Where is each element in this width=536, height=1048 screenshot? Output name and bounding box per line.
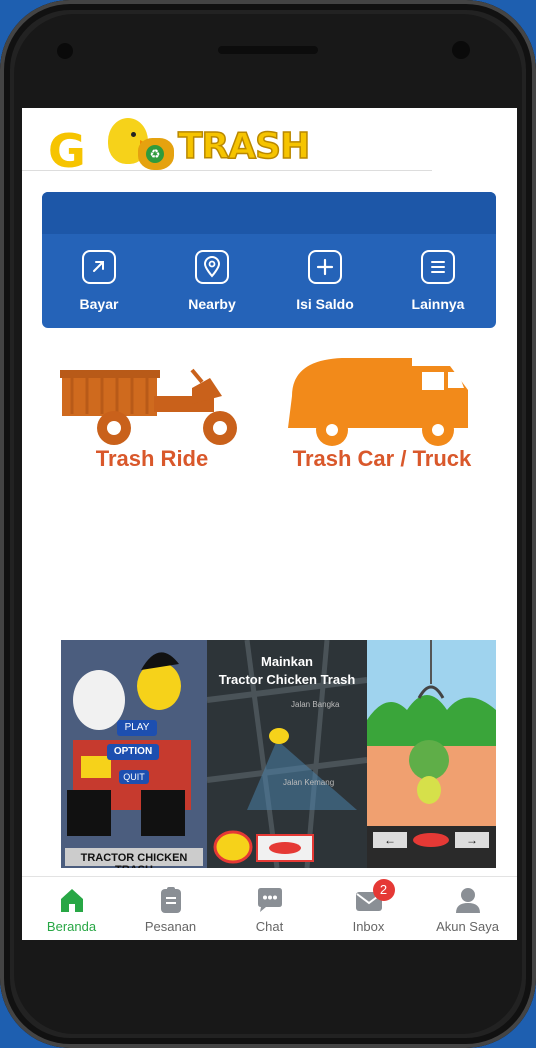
nav-label-beranda: Beranda	[46, 919, 97, 934]
menu-label-lainnya: Lainnya	[411, 296, 465, 312]
menu-item-isi-saldo[interactable]: Isi Saldo	[280, 250, 370, 320]
nav-inbox[interactable]: 2 Inbox	[319, 877, 418, 940]
play-button: PLAY	[117, 720, 157, 736]
upload-icon	[82, 250, 116, 284]
menu-label-nearby: Nearby	[188, 296, 236, 312]
motor-cart-icon	[60, 368, 237, 445]
menu-item-nearby[interactable]: Nearby	[167, 250, 257, 320]
trash-car-label: Trash Car / Truck	[292, 446, 472, 471]
option-button: OPTION	[107, 744, 159, 760]
nav-pesanan[interactable]: Pesanan	[121, 877, 220, 940]
game-map-preview: Mainkan Tractor Chicken Trash Jalan Bang…	[206, 640, 368, 868]
mail-icon: 2	[355, 879, 395, 913]
menu-label-bayar: Bayar	[79, 296, 119, 312]
vehicle-options: Trash Ride Trash Car / Truck	[22, 348, 517, 478]
nav-chat[interactable]: Chat	[220, 877, 319, 940]
menu-label-isi-saldo: Isi Saldo	[296, 296, 354, 312]
user-icon	[454, 887, 482, 913]
nav-label-pesanan: Pesanan	[144, 919, 197, 934]
game-title-line2: Tractor Chicken Trash	[218, 672, 356, 687]
map-street-bangka: Jalan Bangka	[291, 700, 340, 709]
right-arrow-icon: →	[466, 833, 478, 847]
header-divider	[22, 170, 432, 171]
app-header: G ♻ TRASH	[22, 108, 517, 178]
trash-car-option[interactable]: Trash Car / Truck	[272, 348, 492, 478]
left-arrow-icon: ←	[384, 833, 396, 847]
list-icon	[421, 250, 455, 284]
chat-icon	[256, 887, 284, 913]
nav-label-inbox: Inbox	[352, 919, 385, 934]
menu-item-lainnya[interactable]: Lainnya	[393, 250, 483, 320]
nav-beranda[interactable]: Beranda	[22, 877, 121, 940]
map-street-kemang: Jalan Kemang	[283, 778, 335, 787]
quick-menu-band	[42, 192, 496, 234]
plus-square-icon	[308, 250, 342, 284]
clipboard-icon	[157, 887, 185, 913]
menu-item-bayar[interactable]: Bayar	[54, 250, 144, 320]
trash-ride-option[interactable]: Trash Ride	[42, 348, 262, 478]
home-icon	[58, 887, 86, 913]
quit-button: QUIT	[119, 770, 149, 784]
poster-title: TRACTOR CHICKEN TRASH	[80, 852, 188, 868]
trash-ride-label: Trash Ride	[95, 446, 209, 471]
game-poster: PLAY OPTION QUIT TRACTOR CHICKEN TRASH	[61, 640, 207, 868]
app-screen: G ♻ TRASH Bayar Nearby Isi Saldo Lainnya…	[22, 108, 517, 940]
nav-akun-saya[interactable]: Akun Saya	[418, 877, 517, 940]
nav-label-chat: Chat	[255, 919, 284, 934]
game-claw-preview: ← →	[367, 640, 496, 868]
game-banner[interactable]: PLAY OPTION QUIT TRACTOR CHICKEN TRASH M…	[61, 640, 496, 868]
game-title-line1: Mainkan	[260, 654, 313, 669]
bottom-nav: Beranda Pesanan Chat 2 Inbox Akun Saya	[22, 876, 517, 940]
earpiece	[218, 46, 318, 54]
quick-menu-card: Bayar Nearby Isi Saldo Lainnya	[42, 192, 496, 328]
garbage-truck-icon	[288, 358, 468, 446]
map-pin-icon	[195, 250, 229, 284]
sensor-icon	[57, 43, 73, 59]
inbox-badge: 2	[372, 879, 395, 901]
trash-bag-icon: ♻	[138, 138, 174, 170]
nav-label-akun-saya: Akun Saya	[436, 919, 499, 934]
front-camera-icon	[452, 41, 470, 59]
logo-text: TRASH	[177, 125, 311, 168]
app-logo: G ♻ TRASH	[48, 118, 311, 178]
